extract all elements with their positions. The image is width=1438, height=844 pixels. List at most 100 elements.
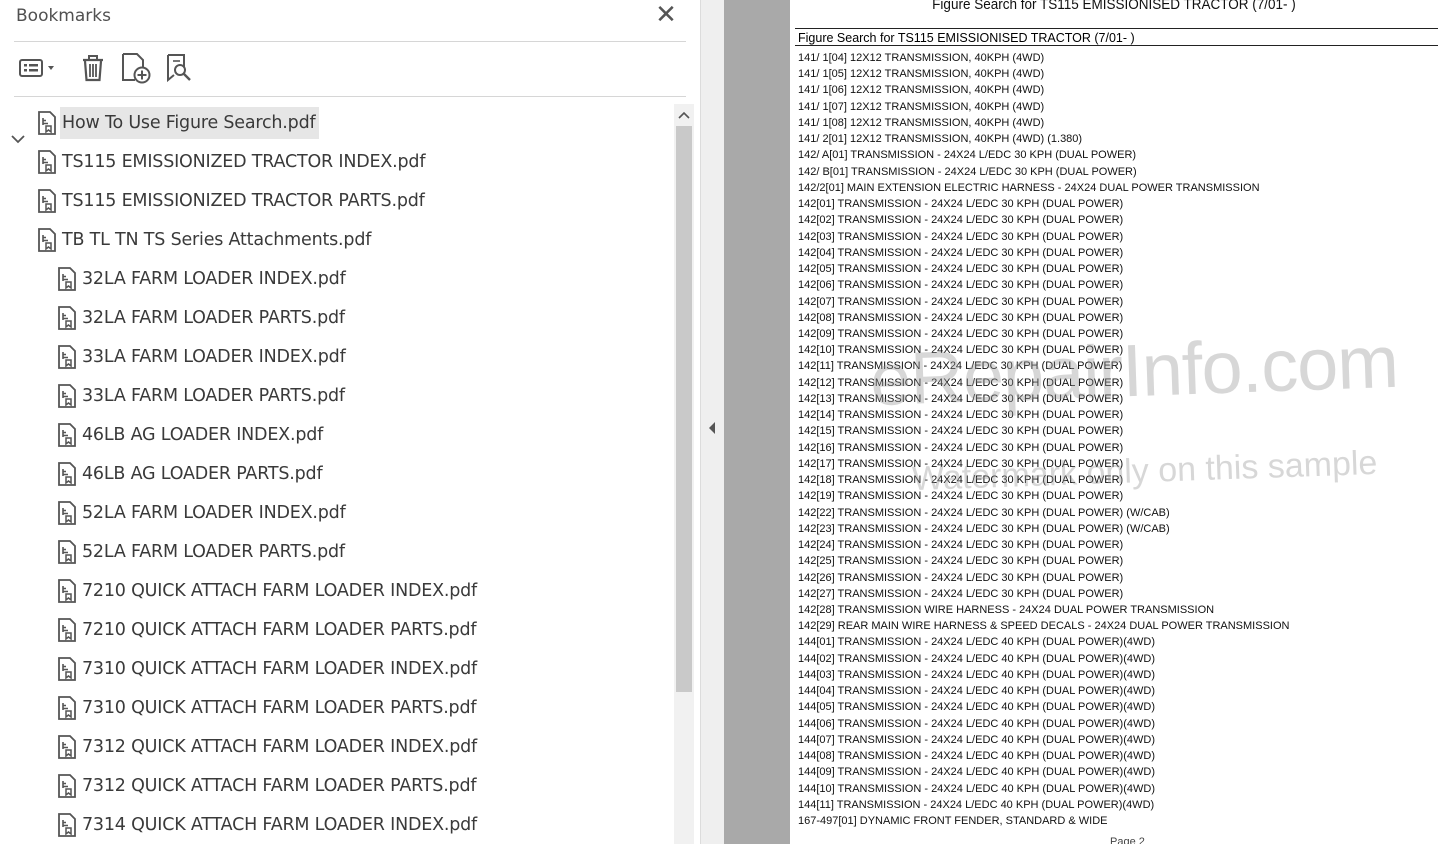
- bookmark-label: 46LB AG LOADER PARTS.pdf: [82, 464, 323, 484]
- bookmark-item[interactable]: 7312 QUICK ATTACH FARM LOADER PARTS.pdf: [54, 767, 480, 805]
- scroll-up-button[interactable]: [674, 104, 694, 126]
- figure-entry: 142[06] TRANSMISSION - 24X24 L/EDC 30 KP…: [798, 279, 1124, 292]
- bookmark-item[interactable]: TB TL TN TS Series Attachments.pdf: [34, 221, 375, 259]
- figure-entry: 142/ B[01] TRANSMISSION - 24X24 L/EDC 30…: [798, 165, 1137, 178]
- bookmark-item[interactable]: How To Use Figure Search.pdf: [34, 104, 320, 142]
- close-icon[interactable]: ✕: [652, 2, 680, 30]
- bookmark-item[interactable]: 52LA FARM LOADER INDEX.pdf: [54, 494, 350, 532]
- bookmark-label: 7310 QUICK ATTACH FARM LOADER INDEX.pdf: [82, 659, 478, 679]
- bookmark-list: How To Use Figure Search.pdf TS115 EMISSI…: [0, 104, 672, 844]
- new-bookmark-button[interactable]: [118, 48, 154, 88]
- bookmark-item[interactable]: 46LB AG LOADER INDEX.pdf: [54, 416, 327, 454]
- bookmark-label: 33LA FARM LOADER PARTS.pdf: [82, 386, 345, 406]
- document-page: Figure Search for TS115 EMISSIONISED TRA…: [790, 0, 1438, 844]
- figure-entry: 144[10] TRANSMISSION - 24X24 L/EDC 40 KP…: [798, 782, 1155, 795]
- figure-entry: 144[07] TRANSMISSION - 24X24 L/EDC 40 KP…: [798, 733, 1155, 746]
- figure-entry: 142[13] TRANSMISSION - 24X24 L/EDC 30 KP…: [798, 392, 1124, 405]
- figure-entry: 142[17] TRANSMISSION - 24X24 L/EDC 30 KP…: [798, 457, 1124, 470]
- figure-entry: 167-497[01] DYNAMIC FRONT FENDER, STANDA…: [798, 815, 1108, 828]
- bookmark-item[interactable]: 7310 QUICK ATTACH FARM LOADER PARTS.pdf: [54, 689, 480, 727]
- figure-entry: 144[06] TRANSMISSION - 24X24 L/EDC 40 KP…: [798, 717, 1155, 730]
- figure-entry: 142[28] TRANSMISSION WIRE HARNESS - 24X2…: [798, 603, 1215, 616]
- figure-entry: 142[10] TRANSMISSION - 24X24 L/EDC 30 KP…: [798, 344, 1124, 357]
- figure-entry: 144[09] TRANSMISSION - 24X24 L/EDC 40 KP…: [798, 766, 1155, 779]
- figure-entry: 142[26] TRANSMISSION - 24X24 L/EDC 30 KP…: [798, 571, 1124, 584]
- bookmark-item[interactable]: 32LA FARM LOADER INDEX.pdf: [54, 260, 350, 298]
- pdf-bookmark-icon: [54, 732, 80, 762]
- pdf-bookmark-icon: [34, 108, 60, 138]
- pdf-bookmark-icon: [54, 498, 80, 528]
- figure-entry: 142[19] TRANSMISSION - 24X24 L/EDC 30 KP…: [798, 490, 1124, 503]
- figure-entry: 142[29] REAR MAIN WIRE HARNESS & SPEED D…: [798, 620, 1290, 633]
- figure-entry: 142[11] TRANSMISSION - 24X24 L/EDC 30 KP…: [798, 360, 1123, 373]
- figure-entry: 142/ A[01] TRANSMISSION - 24X24 L/EDC 30…: [798, 149, 1137, 162]
- bookmark-item[interactable]: 33LA FARM LOADER INDEX.pdf: [54, 338, 350, 376]
- figure-entry: 144[01] TRANSMISSION - 24X24 L/EDC 40 KP…: [798, 636, 1155, 649]
- figure-entry: 142/2[01] MAIN EXTENSION ELECTRIC HARNES…: [798, 181, 1260, 194]
- bookmark-label: How To Use Figure Search.pdf: [60, 107, 320, 139]
- figure-entry: 141/ 2[01] 12X12 TRANSMISSION, 40KPH (4W…: [798, 133, 1083, 146]
- figure-entry: 144[05] TRANSMISSION - 24X24 L/EDC 40 KP…: [798, 701, 1155, 714]
- bookmark-item[interactable]: 33LA FARM LOADER PARTS.pdf: [54, 377, 349, 415]
- pdf-bookmark-icon: [34, 186, 60, 216]
- pdf-bookmark-icon: [54, 537, 80, 567]
- figure-entry: 141/ 1[08] 12X12 TRANSMISSION, 40KPH (4W…: [798, 116, 1045, 129]
- bookmark-search-button[interactable]: [162, 48, 196, 88]
- pdf-bookmark-icon: [54, 654, 80, 684]
- bookmark-label: TB TL TN TS Series Attachments.pdf: [62, 230, 372, 250]
- bookmark-label: 7314 QUICK ATTACH FARM LOADER INDEX.pdf: [82, 815, 478, 835]
- pdf-bookmark-icon: [54, 264, 80, 294]
- pdf-bookmark-icon: [54, 381, 80, 411]
- bookmark-item[interactable]: 46LB AG LOADER PARTS.pdf: [54, 455, 326, 493]
- figure-entry: 141/ 1[06] 12X12 TRANSMISSION, 40KPH (4W…: [798, 84, 1045, 97]
- document-header-box: Figure Search for TS115 EMISSIONISED TRA…: [795, 28, 1438, 46]
- figure-entry: 142[23] TRANSMISSION - 24X24 L/EDC 30 KP…: [798, 522, 1170, 535]
- pdf-bookmark-icon: [54, 342, 80, 372]
- chevron-up-icon: [678, 111, 690, 119]
- pdf-bookmark-icon: [54, 771, 80, 801]
- bookmark-label: 33LA FARM LOADER INDEX.pdf: [82, 347, 346, 367]
- figure-entry: 141/ 1[07] 12X12 TRANSMISSION, 40KPH (4W…: [798, 100, 1045, 113]
- bookmark-item[interactable]: TS115 EMISSIONIZED TRACTOR PARTS.pdf: [34, 182, 429, 220]
- pdf-bookmark-icon: [54, 420, 80, 450]
- bookmark-label: 7210 QUICK ATTACH FARM LOADER INDEX.pdf: [82, 581, 478, 601]
- bookmark-item[interactable]: 7310 QUICK ATTACH FARM LOADER INDEX.pdf: [54, 650, 481, 688]
- figure-entry: 142[02] TRANSMISSION - 24X24 L/EDC 30 KP…: [798, 214, 1124, 227]
- bookmark-label: 32LA FARM LOADER INDEX.pdf: [82, 269, 346, 289]
- bookmarks-title: Bookmarks: [16, 6, 111, 26]
- divider: [14, 41, 686, 42]
- bookmark-item[interactable]: 52LA FARM LOADER PARTS.pdf: [54, 533, 349, 571]
- bookmarks-panel: Bookmarks ✕ How To Use Figure Search.pdf…: [0, 0, 700, 844]
- figure-entry: 142[16] TRANSMISSION - 24X24 L/EDC 30 KP…: [798, 441, 1124, 454]
- figure-entry: 142[12] TRANSMISSION - 24X24 L/EDC 30 KP…: [798, 376, 1124, 389]
- scrollbar-thumb[interactable]: [676, 126, 692, 692]
- pdf-bookmark-icon: [54, 693, 80, 723]
- bookmarks-scrollbar[interactable]: [674, 104, 694, 844]
- bookmark-label: 7310 QUICK ATTACH FARM LOADER PARTS.pdf: [82, 698, 477, 718]
- bookmark-label: TS115 EMISSIONIZED TRACTOR PARTS.pdf: [62, 191, 425, 211]
- bookmark-item[interactable]: 7210 QUICK ATTACH FARM LOADER INDEX.pdf: [54, 572, 481, 610]
- bookmark-label: 7312 QUICK ATTACH FARM LOADER PARTS.pdf: [82, 776, 477, 796]
- bookmark-item[interactable]: TS115 EMISSIONIZED TRACTOR INDEX.pdf: [34, 143, 429, 181]
- bookmark-item[interactable]: 7312 QUICK ATTACH FARM LOADER INDEX.pdf: [54, 728, 481, 766]
- new-bookmark-icon: [122, 53, 151, 84]
- pdf-bookmark-icon: [34, 147, 60, 177]
- figure-entry: 142[09] TRANSMISSION - 24X24 L/EDC 30 KP…: [798, 327, 1124, 340]
- collapse-panel-icon[interactable]: [704, 418, 720, 438]
- figure-entry: 142[15] TRANSMISSION - 24X24 L/EDC 30 KP…: [798, 425, 1124, 438]
- delete-bookmark-button[interactable]: [76, 48, 110, 88]
- bookmark-item[interactable]: 7314 QUICK ATTACH FARM LOADER INDEX.pdf: [54, 806, 481, 844]
- figure-entry: 141/ 1[05] 12X12 TRANSMISSION, 40KPH (4W…: [798, 68, 1045, 81]
- bookmark-label: TS115 EMISSIONIZED TRACTOR INDEX.pdf: [62, 152, 426, 172]
- page-number: Page 2: [1110, 836, 1145, 844]
- figure-entry: 142[08] TRANSMISSION - 24X24 L/EDC 30 KP…: [798, 311, 1124, 324]
- pdf-bookmark-icon: [54, 303, 80, 333]
- bookmark-item[interactable]: 32LA FARM LOADER PARTS.pdf: [54, 299, 349, 337]
- bookmark-label: 46LB AG LOADER INDEX.pdf: [82, 425, 324, 445]
- options-menu-button[interactable]: [14, 48, 60, 88]
- bookmark-label: 32LA FARM LOADER PARTS.pdf: [82, 308, 345, 328]
- document-background: [724, 0, 790, 844]
- options-menu-icon: [19, 59, 54, 77]
- bookmark-item[interactable]: 7210 QUICK ATTACH FARM LOADER PARTS.pdf: [54, 611, 480, 649]
- figure-entry: 142[04] TRANSMISSION - 24X24 L/EDC 30 KP…: [798, 246, 1124, 259]
